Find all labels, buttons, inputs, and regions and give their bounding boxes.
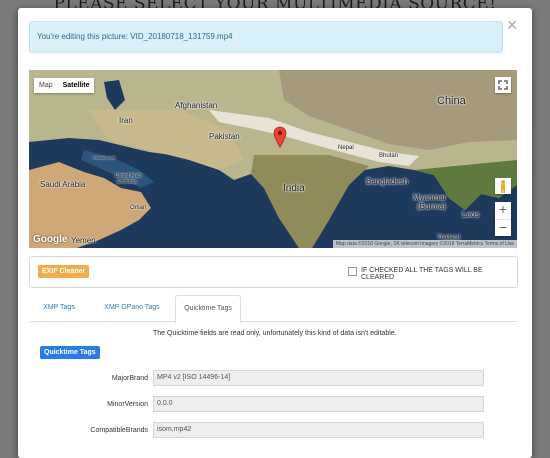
tag-tabs: XMP Tags XMP GPano Tags Quicktime Tags [29, 295, 517, 323]
map-label-laos: Laos [462, 210, 480, 219]
map-label-persian-gulf: Persian Gulf [93, 155, 116, 160]
map-label-myanmar: Myanmar [413, 193, 447, 202]
clear-tags-checkbox[interactable] [348, 267, 357, 276]
field-label-major-brand: MajorBrand [111, 375, 148, 382]
map-label-uae-2: Emirates [117, 179, 137, 185]
editing-alert: You're editing this picture: VID_2018071… [29, 21, 503, 53]
close-icon[interactable]: ✕ [506, 18, 518, 34]
exif-cleaner-panel: EXIF Cleaner IF CHECKED ALL THE TAGS WIL… [29, 256, 518, 288]
edit-modal: ✕ You're editing this picture: VID_20180… [18, 8, 532, 458]
tab-quicktime-tags[interactable]: Quicktime Tags [175, 295, 241, 323]
fullscreen-icon[interactable] [495, 77, 511, 93]
exif-cleaner-button[interactable]: EXIF Cleaner [38, 265, 90, 278]
zoom-out-button[interactable]: − [495, 220, 511, 237]
field-label-minor-version: MinorVersion [107, 401, 148, 408]
google-logo: Google [33, 234, 68, 245]
map-marker-icon[interactable] [273, 126, 287, 153]
quicktime-tags-badge: Quicktime Tags [40, 346, 100, 359]
map-label-india: India [283, 183, 305, 194]
map-label-oman: Oman [130, 205, 147, 211]
clear-tags-label: IF CHECKED ALL THE TAGS WILL BE CLEARED [361, 267, 483, 281]
zoom-in-button[interactable]: + [495, 202, 511, 220]
field-value-major-brand: MP4 v2 [ISO 14496-14] [153, 370, 484, 386]
tab-xmp-gpano-tags[interactable]: XMP GPano Tags [89, 295, 175, 320]
map-type-satellite[interactable]: Satellite [58, 78, 95, 93]
map-label-burma: (Burma) [417, 202, 446, 211]
zoom-control: + − [495, 202, 511, 236]
map-view[interactable]: Map Satellite China Afghanistan Iran Pak… [29, 70, 517, 248]
pegman-icon[interactable] [495, 178, 511, 194]
map-label-nepal: Nepal [338, 145, 354, 151]
field-label-compatible-brands: CompatibleBrands [90, 427, 148, 434]
map-label-bhutan: Bhutan [379, 153, 399, 159]
field-value-compatible-brands: isom,mp42 [153, 422, 484, 438]
map-label-pakistan: Pakistan [209, 132, 240, 141]
map-label-yemen: Yemen [71, 236, 96, 245]
map-type-control: Map Satellite [34, 78, 95, 93]
map-attribution[interactable]: Map data ©2018 Google, SK telecom Imager… [332, 240, 517, 248]
map-label-iran: Iran [119, 116, 133, 125]
map-label-afghanistan: Afghanistan [175, 101, 218, 110]
field-value-minor-version: 0.0.0 [153, 396, 484, 412]
map-label-bangladesh: Bangladesh [366, 177, 409, 186]
map-label-saudi-arabia: Saudi Arabia [40, 180, 86, 189]
tab-xmp-tags[interactable]: XMP Tags [29, 295, 89, 320]
quicktime-info-text: The Quicktime fields are read only, unfo… [153, 330, 397, 337]
map-label-china: China [437, 95, 466, 107]
map-type-map[interactable]: Map [34, 78, 58, 93]
